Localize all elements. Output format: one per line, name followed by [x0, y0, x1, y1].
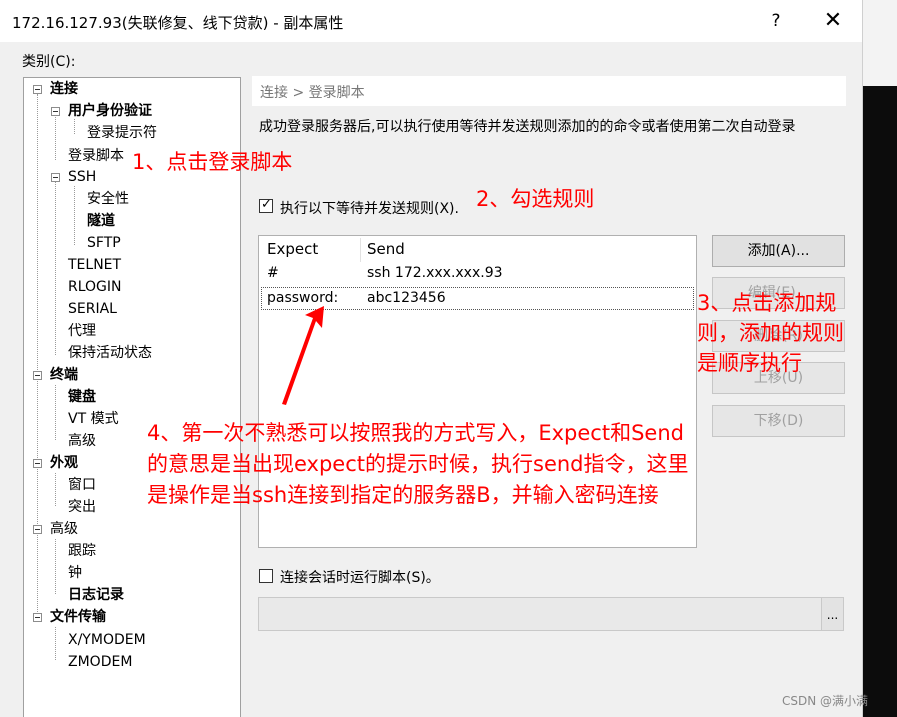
run-script-checkbox[interactable] [259, 569, 273, 583]
tree-guide-line [55, 385, 56, 440]
tree-guide-line [74, 186, 75, 245]
breadcrumb-bar: 连接 > 登录脚本 [252, 76, 846, 106]
annotation-step1: 1、点击登录脚本 [132, 150, 293, 174]
browse-button[interactable]: ... [821, 597, 844, 631]
tree-item-xymodem[interactable]: X/YMODEM [68, 629, 146, 651]
category-label: 类别(C): [22, 54, 76, 70]
collapse-icon[interactable] [33, 459, 42, 468]
tree-item-login-script[interactable]: 登录脚本 [68, 145, 124, 167]
tree-item-logging[interactable]: 日志记录 [68, 584, 124, 606]
tree-guide-line [55, 627, 56, 660]
annotation-arrow-icon [282, 306, 324, 405]
collapse-icon[interactable] [33, 371, 42, 380]
column-header-send[interactable]: Send [367, 240, 405, 258]
tree-item-authentication[interactable]: 用户身份验证 [68, 100, 152, 122]
collapse-icon[interactable] [51, 107, 60, 116]
tree-item-connection[interactable]: 连接 [50, 78, 78, 100]
breadcrumb: 连接 > 登录脚本 [260, 85, 365, 101]
tree-guide-line [55, 178, 56, 355]
tree-item-keepalive[interactable]: 保持活动状态 [68, 342, 152, 364]
tree-item-trace[interactable]: 跟踪 [68, 540, 96, 562]
rule-send: ssh 172.xxx.xxx.93 [367, 265, 503, 281]
tree-guide-line [55, 539, 56, 594]
tree-item-rlogin[interactable]: RLOGIN [68, 276, 122, 298]
help-button[interactable]: ? [764, 6, 788, 36]
column-divider[interactable] [360, 238, 361, 262]
window-edge [862, 0, 863, 717]
tree-item-advanced[interactable]: 高级 [50, 518, 78, 540]
tree-item-window[interactable]: 窗口 [68, 474, 96, 496]
rule-expect: # [267, 265, 279, 281]
tree-item-highlight[interactable]: 突出 [68, 496, 96, 518]
collapse-icon[interactable] [33, 613, 42, 622]
rule-expect: password: [267, 290, 339, 306]
collapse-icon[interactable] [33, 85, 42, 94]
annotation-step3: 3、点击添加规 则，添加的规则 是顺序执行 [697, 291, 844, 375]
add-button[interactable]: 添加(A)... [712, 235, 845, 267]
script-path-input[interactable] [258, 597, 821, 631]
rules-checkbox[interactable] [259, 197, 273, 213]
watermark: CSDN @满小满 [782, 694, 869, 708]
collapse-icon[interactable] [33, 525, 42, 534]
tree-item-telnet[interactable]: TELNET [68, 254, 121, 276]
tree-item-file-transfer[interactable]: 文件传输 [50, 606, 106, 628]
tree-item-proxy[interactable]: 代理 [68, 320, 96, 342]
title-bar: 172.16.127.93(失联修复、线下贷款) - 副本属性 ? ✕ [0, 0, 862, 42]
tree-item-ssh[interactable]: SSH [68, 166, 96, 188]
close-button[interactable]: ✕ [816, 4, 850, 38]
annotation-step4: 4、第一次不熟悉可以按照我的方式写入，Expect和Send 的意思是当出现ex… [147, 421, 689, 507]
move-down-button[interactable]: 下移(D) [712, 405, 845, 437]
tree-item-bell[interactable]: 钟 [68, 562, 82, 584]
tree-item-sftp[interactable]: SFTP [87, 232, 121, 254]
annotation-step2: 2、勾选规则 [476, 187, 595, 211]
run-script-checkbox-label[interactable]: 连接会话时运行脚本(S)。 [280, 567, 440, 587]
tree-item-terminal-advanced[interactable]: 高级 [68, 430, 96, 452]
window-title: 172.16.127.93(失联修复、线下贷款) - 副本属性 [12, 14, 344, 32]
tree-item-appearance[interactable]: 外观 [50, 452, 78, 474]
column-header-expect[interactable]: Expect [267, 240, 318, 258]
tree-guide-line [55, 473, 56, 506]
tree-item-terminal[interactable]: 终端 [50, 364, 78, 386]
tree-guide-line [55, 115, 56, 160]
tree-item-tunnel[interactable]: 隧道 [87, 210, 115, 232]
tree-item-vt-mode[interactable]: VT 模式 [68, 408, 119, 430]
table-row[interactable]: # ssh 172.xxx.xxx.93 [261, 263, 694, 286]
tree-item-login-prompts[interactable]: 登录提示符 [87, 122, 157, 144]
tree-item-zmodem[interactable]: ZMODEM [68, 651, 132, 673]
tree-item-serial[interactable]: SERIAL [68, 298, 117, 320]
tree-guide-line [37, 94, 38, 620]
description-text: 成功登录服务器后,可以执行使用等待并发送规则添加的的命令或者使用第二次自动登录 [259, 119, 796, 135]
rules-checkbox-label[interactable]: 执行以下等待并发送规则(X). [280, 198, 459, 218]
background-terminal [862, 86, 897, 717]
rule-send: abc123456 [367, 290, 446, 306]
tree-item-security[interactable]: 安全性 [87, 188, 129, 210]
tree-item-keyboard[interactable]: 键盘 [68, 386, 96, 408]
collapse-icon[interactable] [51, 173, 60, 182]
